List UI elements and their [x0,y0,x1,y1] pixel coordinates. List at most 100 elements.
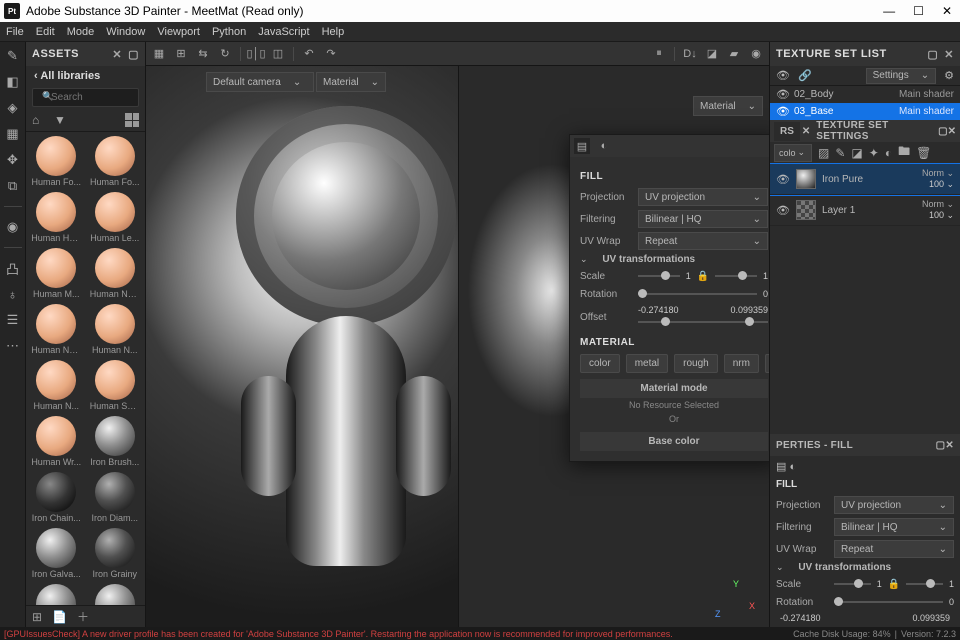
assets-popout-icon[interactable]: ▢ [128,48,139,61]
vp-grid-icon[interactable]: ▦ [150,45,168,63]
popup-tab-shader-icon[interactable]: ◐ [596,138,612,154]
rotation-slider[interactable] [638,287,757,301]
props-scale-y-slider[interactable] [906,577,943,591]
menu-file[interactable]: File [6,26,24,38]
vp-undo-icon[interactable]: ↶ [300,45,318,63]
asset-material-item[interactable]: Iron Diam... [87,472,144,526]
props-projection-dropdown[interactable]: UV projection [834,496,954,514]
assets-home-icon[interactable]: ⌂ [32,113,46,127]
properties-close-icon[interactable]: ✕ [945,440,954,451]
uvwrap-dropdown[interactable]: Repeat [638,232,768,250]
texset-gear-icon[interactable]: ⚙ [944,69,954,82]
window-close-button[interactable]: ✕ [942,4,952,18]
vp-pause-icon[interactable]: ⏸ [650,45,668,63]
base-color-label[interactable]: Base color [580,432,768,451]
channel-color-chip[interactable]: color [580,354,620,373]
vp-persp-icon[interactable]: ◫ [269,45,287,63]
channel-nrm-chip[interactable]: nrm [724,354,759,373]
layers-tab[interactable]: RS [774,122,800,141]
brush-tool-icon[interactable]: ✎ [5,48,21,64]
layers-channel-dropdown[interactable]: colo [774,144,812,162]
camera-preset-dropdown[interactable]: Default camera [206,72,314,92]
asset-material-item[interactable]: Iron Ham... [87,584,144,605]
add-effect-icon[interactable]: ✦ [869,146,879,160]
asset-material-item[interactable]: Human Le... [87,192,144,246]
asset-material-item[interactable]: Human Wr... [28,416,85,470]
window-maximize-button[interactable]: ☐ [913,4,924,18]
uv-transformations-toggle[interactable]: ⌄ UV transformations [580,254,768,265]
layers-tab-close-icon[interactable]: ✕ [802,126,810,137]
menu-javascript[interactable]: JavaScript [258,26,309,38]
texset-settings-tab[interactable]: TEXTURE SET SETTINGS [816,120,938,142]
delete-layer-icon[interactable]: 🗑 [916,146,931,160]
assets-import-icon[interactable]: ⊞ [32,610,42,624]
popup-tab-fill-icon[interactable]: ▤ [574,138,590,154]
asset-material-item[interactable]: Human M... [28,248,85,302]
texture-set-item[interactable]: 👁02_BodyMain shader [770,86,960,103]
asset-material-item[interactable]: Iron Chain... [28,472,85,526]
3d-channel-dropdown[interactable]: Material [316,72,386,92]
scale-link-icon[interactable]: 🔒 [697,271,709,282]
assets-filter-icon[interactable]: ▼ [54,113,68,127]
vp-rotate-icon[interactable]: ↻ [216,45,234,63]
assets-grid-view-icon[interactable] [125,113,139,127]
vp-cube-icon[interactable]: ◪ [703,45,721,63]
vp-mirror-icon[interactable]: ▯│▯ [247,45,265,63]
layer-blend-mode[interactable]: Norm ⌄ [922,199,954,210]
asset-material-item[interactable]: Iron Galva... [28,528,85,582]
props-uvwrap-dropdown[interactable]: Repeat [834,540,954,558]
texset-link-icon[interactable]: 🔗 [798,69,812,82]
channel-height-chip[interactable]: height [765,354,770,373]
asset-material-item[interactable]: Human N... [87,304,144,358]
material-picker-icon[interactable]: ◉ [5,219,21,235]
assets-close-icon[interactable]: ✕ [112,48,122,61]
layer-blend-mode[interactable]: Norm ⌄ [922,168,954,179]
fill-tool-icon[interactable]: ▦ [5,126,21,142]
clone-tool-icon[interactable]: ⧉ [5,178,21,194]
vp-iray-icon[interactable]: D↓ [681,45,699,63]
asset-material-item[interactable]: Iron Grinded [28,584,85,605]
menu-window[interactable]: Window [106,26,145,38]
offset-slider[interactable] [638,315,768,329]
sym-tool-icon[interactable]: ♁ [5,286,21,302]
scale-y-slider[interactable] [715,269,757,283]
eraser-tool-icon[interactable]: ◧ [5,74,21,90]
texset-settings-dropdown[interactable]: Settings [866,68,937,84]
props-tab-fill-icon[interactable]: ▤ [776,461,786,473]
props-uvtrans-toggle[interactable]: ⌄ UV transformations [776,562,954,573]
vp-camera-icon[interactable]: ▰ [725,45,743,63]
assets-new-icon[interactable]: 📄 [52,610,67,624]
add-mask-icon[interactable]: ◪ [851,146,862,160]
projection-tool-icon[interactable]: ◈ [5,100,21,116]
props-tab-shader-icon[interactable]: ◐ [789,461,796,473]
settings-tool-icon[interactable]: ☰ [5,312,21,328]
vp-align-icon[interactable]: ⇆ [194,45,212,63]
asset-material-item[interactable]: Iron Brush... [87,416,144,470]
window-minimize-button[interactable]: — [883,4,895,18]
asset-material-item[interactable]: Human N... [28,360,85,414]
texset-popout-icon[interactable]: ▢ [927,48,938,61]
menu-mode[interactable]: Mode [67,26,95,38]
props-rotation-slider[interactable] [834,595,943,609]
layer-row[interactable]: 👁Iron PureNorm ⌄100 ⌄ [770,164,960,195]
layers-popout-icon[interactable]: ▢ [938,126,947,137]
smudge-tool-icon[interactable]: ✥ [5,152,21,168]
misc-tool-icon[interactable]: ⋯ [5,338,21,354]
vp-snapshot-icon[interactable]: ◉ [747,45,765,63]
asset-material-item[interactable]: Human Sh... [87,360,144,414]
assets-search-input[interactable] [32,88,139,107]
layer-opacity[interactable]: 100 ⌄ [922,210,954,221]
add-paint-layer-icon[interactable]: ✎ [835,146,845,160]
asset-material-item[interactable]: Human Fo... [87,136,144,190]
texture-set-item[interactable]: 👁03_BaseMain shader [770,103,960,120]
add-folder-icon[interactable]: 🖿 [898,142,910,163]
projection-dropdown[interactable]: UV projection [638,188,768,206]
eye-icon[interactable]: 👁 [776,105,790,118]
asset-material-item[interactable]: Human He... [28,192,85,246]
properties-popout-icon[interactable]: ▢ [936,440,946,451]
menu-help[interactable]: Help [322,26,345,38]
vp-redo-icon[interactable]: ↷ [322,45,340,63]
channel-metal-chip[interactable]: metal [626,354,668,373]
add-smart-icon[interactable]: ◐ [885,146,892,160]
quick-mask-icon[interactable]: 凸 [5,260,21,276]
